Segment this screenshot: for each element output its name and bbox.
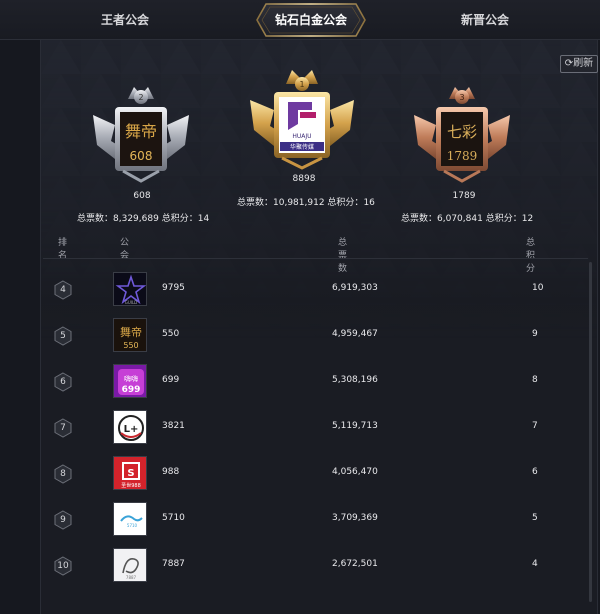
guild-id: 550 (162, 329, 180, 339)
podium-1-name: 8898 (292, 174, 316, 184)
rank-number: 7 (60, 423, 66, 433)
tab-new-guild[interactable]: 新晋公会 (420, 0, 550, 40)
guild-score: 5 (532, 513, 538, 523)
podium-3-name: 1789 (452, 191, 476, 201)
bronze-logo-text: 1789 (447, 149, 478, 163)
svg-text:699: 699 (122, 385, 141, 395)
guild-id: 3821 (162, 421, 185, 431)
svg-text:圣世988: 圣世988 (121, 482, 141, 489)
silver-logo-text: 608 (130, 149, 153, 163)
guild-score: 9 (532, 329, 538, 339)
svg-text:七彩: 七彩 (447, 123, 477, 141)
rank-number: 6 (60, 377, 66, 387)
header-guild: 公会 (120, 238, 130, 261)
refresh-button[interactable]: ⟳刷新 (560, 55, 598, 73)
rank-number: 8 (60, 469, 66, 479)
guild-id: 988 (162, 467, 180, 477)
table-row[interactable]: 4 GUILD 9795 6,919,303 10 (43, 266, 588, 312)
svg-text:7887: 7887 (126, 575, 137, 580)
guild-logo[interactable]: 5710 (113, 502, 147, 536)
guild-logo[interactable]: L+ (113, 410, 147, 444)
tab-diamond-label: 钻石白金公会 (274, 13, 347, 27)
svg-text:550: 550 (123, 341, 138, 350)
svg-text:华聚传媒: 华聚传媒 (290, 143, 314, 151)
svg-text:嗨嗨: 嗨嗨 (124, 374, 138, 383)
guild-votes: 5,119,713 (332, 421, 378, 431)
guild-score: 4 (532, 559, 538, 569)
refresh-icon: ⟳ (564, 58, 574, 69)
table-row[interactable]: 10 7887 7887 2,672,501 4 (43, 542, 588, 588)
rank-number: 5 (60, 331, 66, 341)
guild-logo[interactable]: S 圣世988 (113, 456, 147, 490)
guild-votes: 6,919,303 (332, 283, 378, 293)
scrollbar[interactable] (589, 262, 592, 602)
rank-number: 4 (60, 285, 66, 295)
guild-votes: 4,056,470 (332, 467, 378, 477)
guild-logo[interactable]: 嗨嗨 699 (113, 364, 147, 398)
tab-king-guild[interactable]: 王者公会 (60, 0, 190, 40)
svg-text:舞帝: 舞帝 (125, 122, 157, 141)
svg-text:3: 3 (459, 93, 464, 102)
table-row[interactable]: 8 S 圣世988 988 4,056,470 6 (43, 450, 588, 496)
gold-logo-text: HUAJU (292, 133, 311, 140)
guild-id: 7887 (162, 559, 185, 569)
table-row[interactable]: 5 舞帝 550 550 4,959,467 9 (43, 312, 588, 358)
silver-medal-badge: 2 舞帝 608 (93, 87, 189, 183)
guild-id: 9795 (162, 283, 185, 293)
table-row[interactable]: 6 嗨嗨 699 699 5,308,196 8 (43, 358, 588, 404)
podium-2-name: 608 (133, 191, 151, 201)
svg-text:1: 1 (299, 80, 304, 89)
svg-text:S: S (127, 468, 134, 479)
podium-3-stats: 总票数：6,070,841 总积分：12 (401, 214, 534, 224)
guild-logo[interactable]: GUILD (113, 272, 147, 306)
guild-score: 8 (532, 375, 538, 385)
guild-votes: 3,709,369 (332, 513, 378, 523)
guild-votes: 5,308,196 (332, 375, 378, 385)
guild-id: 699 (162, 375, 180, 385)
guild-score: 10 (532, 283, 544, 293)
table-row[interactable]: 9 5710 5710 3,709,369 5 (43, 496, 588, 542)
guild-logo[interactable]: 7887 (113, 548, 147, 582)
guild-score: 6 (532, 467, 538, 477)
guild-votes: 2,672,501 (332, 559, 378, 569)
gold-medal-badge: 1 HUAJU 华聚传媒 (250, 70, 354, 170)
header-divider (43, 258, 588, 259)
svg-text:舞帝: 舞帝 (120, 325, 142, 339)
header-rank: 排名 (58, 238, 68, 261)
rank-number: 10 (57, 561, 69, 571)
svg-text:L+: L+ (124, 424, 139, 435)
rank-number: 9 (60, 515, 66, 525)
guild-votes: 4,959,467 (332, 329, 378, 339)
guild-logo[interactable]: 舞帝 550 (113, 318, 147, 352)
podium-1-stats: 总票数：10,981,912 总积分：16 (237, 198, 375, 208)
tab-bar: 王者公会 钻石白金公会 新晋公会 (0, 0, 600, 40)
bronze-medal-badge: 3 七彩 1789 (414, 87, 510, 183)
guild-id: 5710 (162, 513, 185, 523)
tab-diamond-guild[interactable]: 钻石白金公会 (256, 3, 366, 37)
guild-score: 7 (532, 421, 538, 431)
podium-2-stats: 总票数：8,329,689 总积分：14 (77, 214, 210, 224)
svg-text:2: 2 (138, 93, 143, 102)
svg-text:GUILD: GUILD (125, 300, 138, 305)
table-row[interactable]: 7 L+ 3821 5,119,713 7 (43, 404, 588, 450)
svg-text:5710: 5710 (127, 523, 138, 528)
